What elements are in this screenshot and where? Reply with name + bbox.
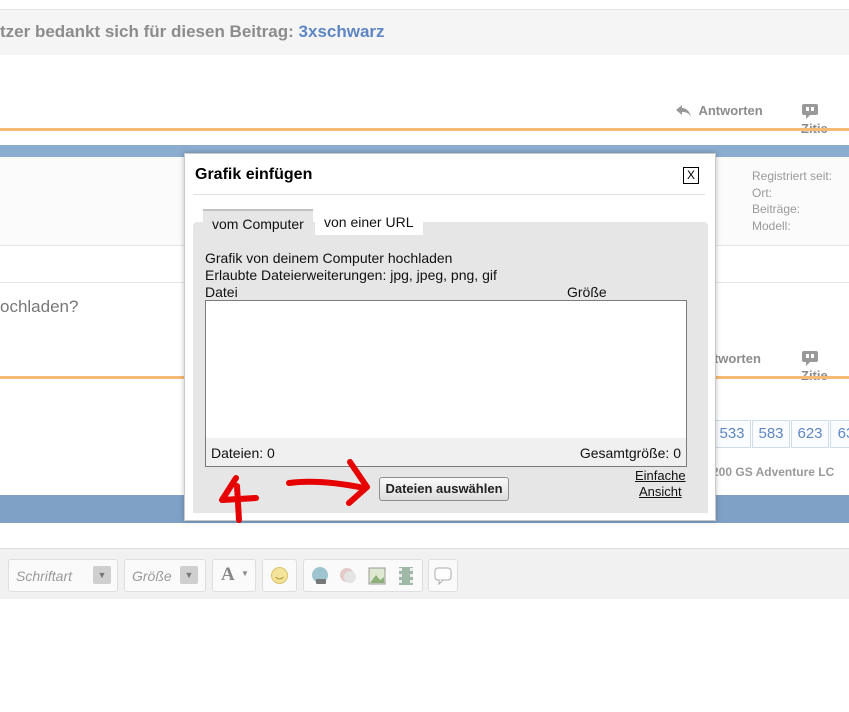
annotation-overlay: [219, 459, 370, 523]
handwritten-number-4: [219, 475, 259, 523]
handwritten-arrow-icon: [286, 459, 370, 506]
